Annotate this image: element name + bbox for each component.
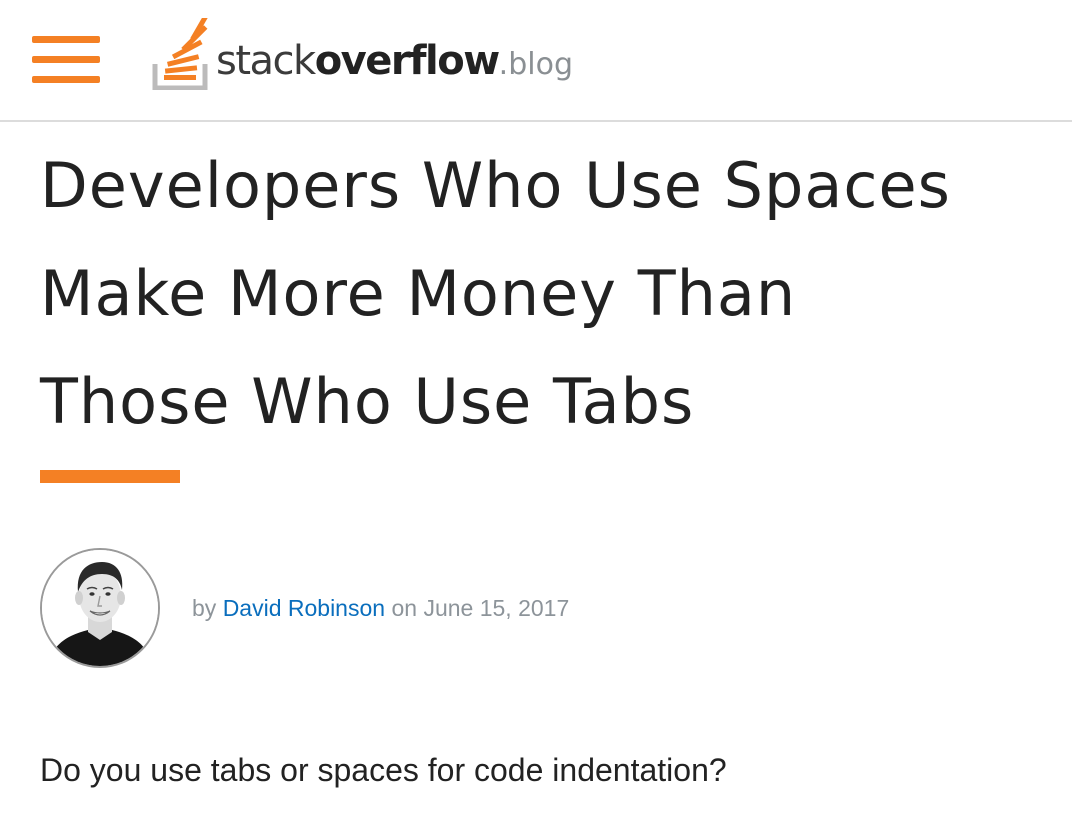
article-title-line: Those Who Use Tabs — [40, 365, 695, 438]
byline-text: by David Robinson on June 15, 2017 — [192, 595, 569, 622]
byline-connector: on — [391, 594, 418, 621]
menu-bar-middle — [32, 56, 100, 63]
logo-word-overflow: overflow — [314, 38, 500, 84]
logo-word-blog: .blog — [498, 47, 573, 82]
site-logo-link[interactable]: stackoverflow.blog — [152, 18, 573, 90]
author-link[interactable]: David Robinson — [223, 595, 385, 621]
author-photo — [42, 550, 158, 666]
menu-bar-top — [32, 36, 100, 43]
logo-word-stack: stack — [216, 38, 316, 84]
hamburger-menu-icon[interactable] — [32, 36, 100, 84]
publish-date: June 15, 2017 — [423, 594, 570, 621]
title-accent-divider — [40, 470, 180, 483]
article-byline: by David Robinson on June 15, 2017 — [40, 548, 569, 668]
logo-wordmark: stackoverflow.blog — [216, 38, 573, 84]
article-title-line: Make More Money Than — [40, 257, 797, 330]
menu-bar-bottom — [32, 76, 100, 83]
site-header: stackoverflow.blog — [0, 0, 1072, 122]
byline-prefix: by — [192, 594, 217, 621]
article-intro-paragraph: Do you use tabs or spaces for code inden… — [40, 752, 727, 788]
stackoverflow-logo-icon — [152, 18, 209, 90]
author-avatar[interactable] — [40, 548, 160, 668]
article-title-line: Developers Who Use Spaces — [40, 149, 951, 222]
article-title: Developers Who Use Spaces Make More Mone… — [40, 132, 1040, 456]
